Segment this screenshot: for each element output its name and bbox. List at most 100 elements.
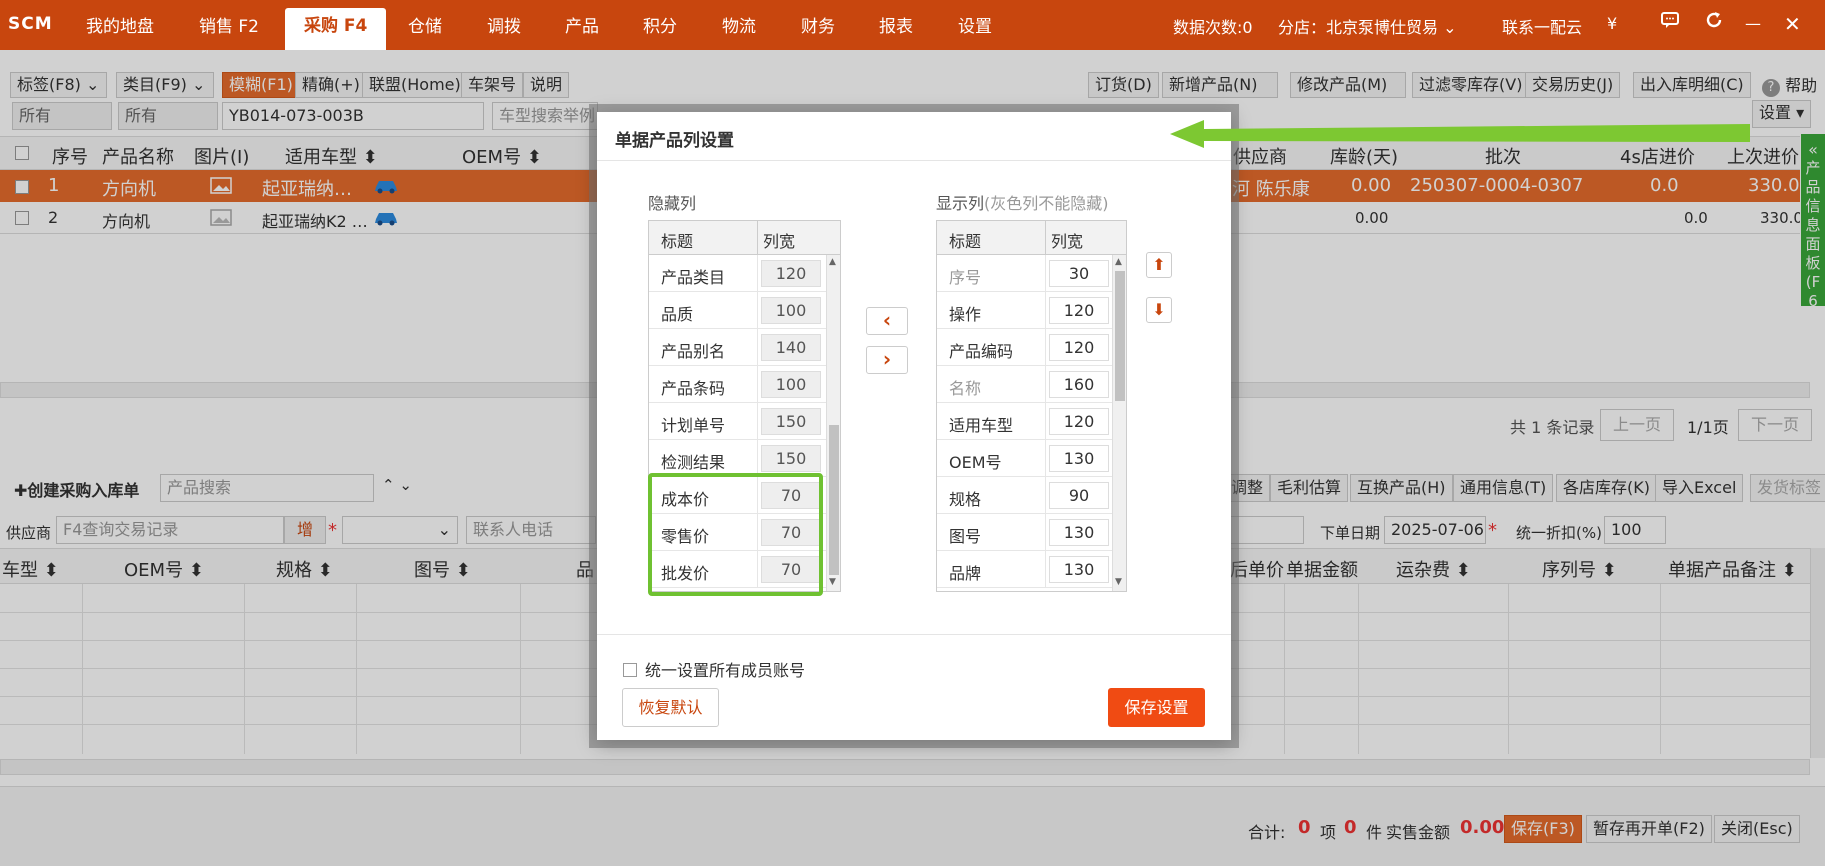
divider [1045, 551, 1046, 588]
list-item[interactable]: 产品别名 140 [649, 329, 827, 366]
item-width-input[interactable]: 120 [1049, 408, 1109, 435]
chevron-down-icon: ⌄ [1443, 18, 1457, 37]
item-width-input[interactable]: 30 [1049, 260, 1109, 287]
list-item[interactable]: 序号 30 [937, 255, 1115, 292]
header-width: 列宽 [1051, 232, 1084, 251]
shown-label-text: 显示列 [936, 194, 985, 213]
restore-default-button[interactable]: 恢复默认 [622, 688, 719, 727]
list-item[interactable]: 适用车型 120 [937, 403, 1115, 440]
tab-purchase[interactable]: 采购 F4 [285, 8, 387, 50]
divider [1045, 221, 1046, 255]
item-title: 产品条码 [661, 379, 726, 398]
divider [757, 366, 758, 403]
unify-checkbox[interactable] [623, 662, 637, 677]
scroll-thumb[interactable] [829, 425, 839, 575]
item-title: 产品别名 [661, 342, 726, 361]
item-title: 图号 [949, 527, 982, 546]
item-width-input[interactable]: 130 [1049, 519, 1109, 546]
scroll-down-icon[interactable]: ▼ [829, 577, 836, 587]
divider [1045, 440, 1046, 477]
yen-icon[interactable]: ¥ [1607, 14, 1617, 33]
minimize-button[interactable]: — [1745, 14, 1761, 33]
hidden-list-header: 标题 列宽 [649, 221, 840, 255]
list-item[interactable]: 产品编码 120 [937, 329, 1115, 366]
scroll-up-icon[interactable]: ▲ [829, 257, 836, 267]
divider [757, 255, 758, 292]
scroll-down-icon[interactable]: ▼ [1115, 577, 1122, 587]
shown-list-scrollbar[interactable]: ▲ ▼ [1112, 255, 1126, 591]
list-item[interactable]: 计划单号 150 [649, 403, 827, 440]
divider [1045, 255, 1046, 292]
scroll-thumb[interactable] [1115, 271, 1125, 401]
move-up-button[interactable]: ⬆ [1146, 252, 1172, 278]
branch-label: 分店：北京泵博仕贸易 [1278, 18, 1439, 37]
move-left-button[interactable]: ‹ [866, 307, 908, 335]
list-item[interactable]: 规格 90 [937, 477, 1115, 514]
list-item[interactable]: OEM号 130 [937, 440, 1115, 477]
unify-setting[interactable]: 统一设置所有成员账号 [623, 657, 805, 681]
move-down-button[interactable]: ⬇ [1146, 297, 1172, 323]
item-title: 名称 [949, 379, 982, 398]
item-width: 150 [761, 445, 821, 472]
list-item[interactable]: 产品条码 100 [649, 366, 827, 403]
item-title: 规格 [949, 490, 982, 509]
hidden-list-scrollbar[interactable]: ▲ ▼ [826, 255, 840, 591]
item-width-input[interactable]: 120 [1049, 334, 1109, 361]
save-settings-button[interactable]: 保存设置 [1108, 688, 1205, 727]
list-item[interactable]: 名称 160 [937, 366, 1115, 403]
list-item[interactable]: 品牌 130 [937, 551, 1115, 588]
header-width: 列宽 [763, 232, 796, 251]
list-item[interactable]: 操作 120 [937, 292, 1115, 329]
tab-products[interactable]: 产品 [565, 12, 599, 37]
list-item[interactable]: 图号 130 [937, 514, 1115, 551]
scm-app: SCM 我的地盘 销售 F2 采购 F4 仓储 调拨 产品 积分 物流 财务 报… [0, 0, 1825, 866]
divider [757, 403, 758, 440]
divider [757, 292, 758, 329]
list-item[interactable]: 检测结果 150 [649, 440, 827, 477]
divider [1045, 366, 1046, 403]
tab-sales[interactable]: 销售 F2 [199, 12, 259, 37]
item-title: 计划单号 [661, 416, 726, 435]
tab-points[interactable]: 积分 [643, 12, 677, 37]
tab-my-dashboard[interactable]: 我的地盘 [86, 12, 154, 37]
tab-reports[interactable]: 报表 [879, 12, 913, 37]
branch-selector[interactable]: 分店：北京泵博仕贸易 ⌄ [1278, 14, 1457, 38]
item-width-input[interactable]: 160 [1049, 371, 1109, 398]
item-width: 140 [761, 334, 821, 361]
divider [1045, 514, 1046, 551]
tab-finance[interactable]: 财务 [801, 12, 835, 37]
item-width: 100 [761, 371, 821, 398]
divider [757, 329, 758, 366]
divider [1045, 403, 1046, 440]
item-width-input[interactable]: 120 [1049, 297, 1109, 324]
item-title: 检测结果 [661, 453, 726, 472]
chat-icon[interactable] [1660, 10, 1680, 35]
move-right-button[interactable]: › [866, 346, 908, 374]
tab-settings[interactable]: 设置 [958, 12, 992, 37]
tab-logistics[interactable]: 物流 [722, 12, 756, 37]
item-width: 100 [761, 297, 821, 324]
item-width-input[interactable]: 90 [1049, 482, 1109, 509]
item-title: 操作 [949, 305, 982, 324]
item-title: 产品类目 [661, 268, 726, 287]
divider [757, 221, 758, 255]
close-button[interactable]: ✕ [1784, 12, 1801, 36]
item-title: 序号 [949, 268, 982, 287]
brand-logo: SCM [8, 14, 53, 34]
divider [1045, 329, 1046, 366]
item-width-input[interactable]: 130 [1049, 556, 1109, 583]
item-width-input[interactable]: 130 [1049, 445, 1109, 472]
item-title: 品质 [661, 305, 694, 324]
hidden-columns-label: 隐藏列 [648, 194, 697, 213]
header-title: 标题 [661, 232, 694, 251]
item-width: 120 [761, 260, 821, 287]
list-item[interactable]: 品质 100 [649, 292, 827, 329]
tab-warehouse[interactable]: 仓储 [408, 12, 442, 37]
list-item[interactable]: 产品类目 120 [649, 255, 827, 292]
refresh-icon[interactable] [1704, 10, 1724, 35]
scroll-up-icon[interactable]: ▲ [1115, 257, 1122, 267]
annotation-arrow-icon [1170, 120, 1750, 148]
tab-transfer[interactable]: 调拨 [487, 12, 521, 37]
divider [597, 160, 1231, 161]
contact-link[interactable]: 联系一配云 [1502, 14, 1582, 38]
